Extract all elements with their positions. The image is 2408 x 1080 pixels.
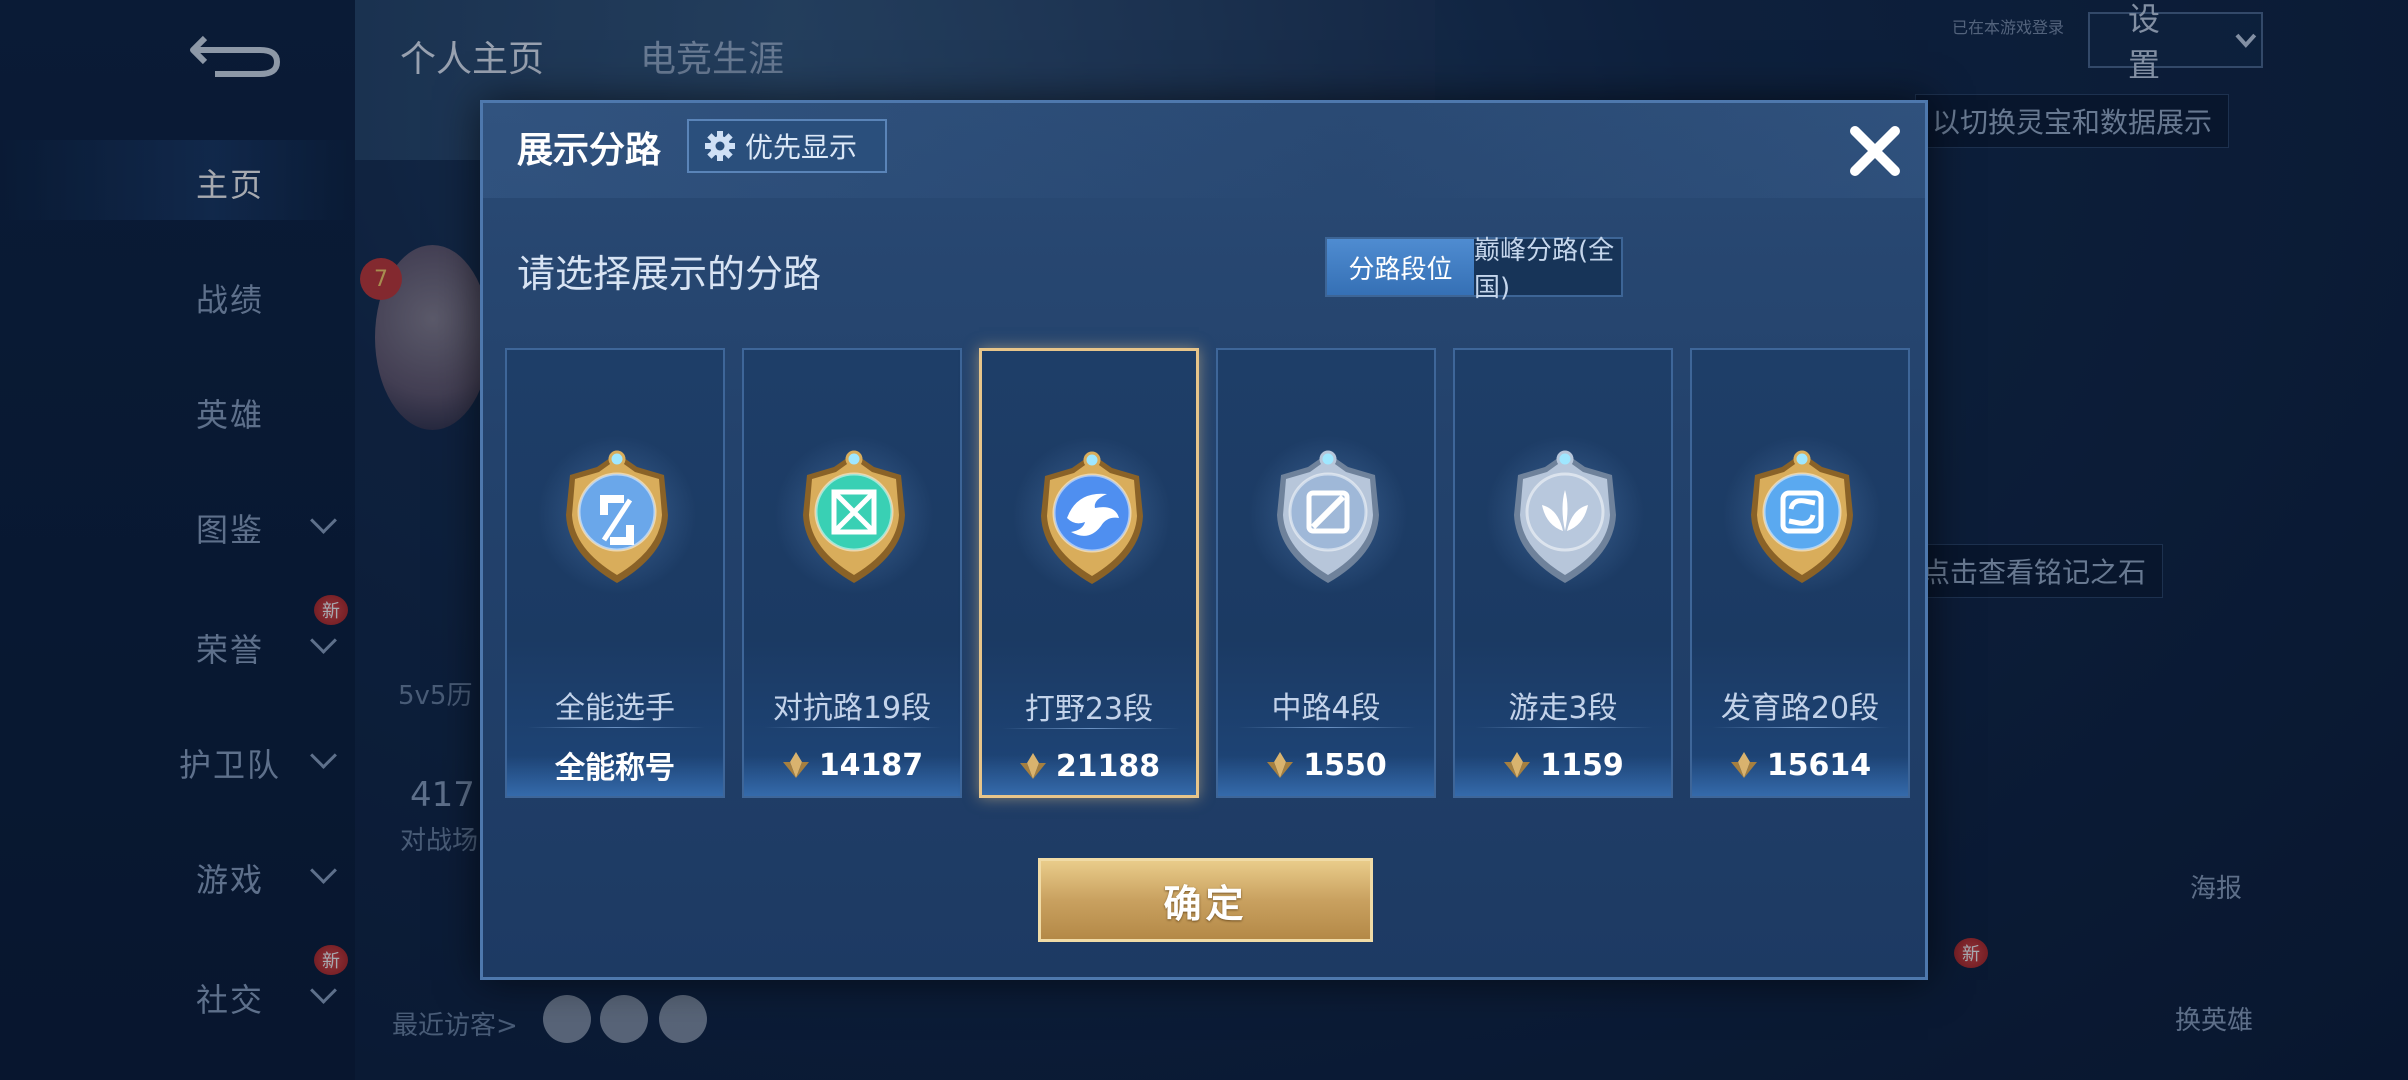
jungle-emblem-icon xyxy=(1041,451,1143,584)
roam-emblem-icon xyxy=(1514,450,1616,583)
lane-score-value: 15614 xyxy=(1766,747,1872,783)
lane-cards: 全能选手 全能称号 对抗路19段 14187 打野23段 21188 中路4段 1550 游走3… xyxy=(505,348,1910,798)
rank-points-icon xyxy=(782,752,809,778)
lane-score: 14187 xyxy=(744,745,960,785)
rank-points-icon xyxy=(1730,752,1757,778)
lane-score-value: 1550 xyxy=(1303,747,1387,783)
card-divider xyxy=(1238,727,1416,728)
lane-score: 21188 xyxy=(982,746,1196,786)
dialog-title: 展示分路 xyxy=(517,130,662,171)
lane-score-value: 21188 xyxy=(1055,748,1161,784)
lane-score-value: 14187 xyxy=(818,747,924,783)
card-divider xyxy=(1002,728,1180,729)
priority-display-button[interactable]: 优先显示 xyxy=(687,119,887,173)
clash-lane-emblem-icon xyxy=(803,450,905,583)
lane-rank-label: 游走3段 xyxy=(1508,691,1618,726)
rank-points-icon xyxy=(1267,752,1294,778)
rank-mode-toggle: 分路段位 巅峰分路(全国) xyxy=(1325,236,1623,303)
tab-lane-rank[interactable]: 分路段位 xyxy=(1327,239,1474,295)
rank-points-icon xyxy=(1504,752,1531,778)
mid-lane-emblem-icon xyxy=(1277,450,1379,583)
card-divider xyxy=(1712,727,1890,728)
lane-card[interactable]: 全能选手 全能称号 xyxy=(505,348,725,798)
lane-rank-label: 全能选手 xyxy=(555,691,675,726)
farm-lane-emblem-icon xyxy=(1751,450,1853,583)
lane-rank-label: 打野23段 xyxy=(1024,692,1154,727)
lane-card[interactable]: 打野23段 21188 xyxy=(979,348,1199,798)
allround-emblem-icon xyxy=(566,450,668,583)
confirm-button[interactable]: 确定 xyxy=(1038,858,1373,942)
close-button[interactable] xyxy=(1841,117,1909,185)
lane-card[interactable]: 游走3段 1159 xyxy=(1453,348,1673,798)
lane-score: 1159 xyxy=(1455,745,1671,785)
rank-points-icon xyxy=(1019,753,1046,779)
lane-card[interactable]: 对抗路19段 14187 xyxy=(742,348,962,798)
lane-card[interactable]: 中路4段 1550 xyxy=(1216,348,1436,798)
close-icon xyxy=(1850,126,1900,176)
lane-card[interactable]: 发育路20段 15614 xyxy=(1690,348,1910,798)
dialog-subtitle: 请选择展示的分路 xyxy=(517,252,822,296)
tab-peak-lane-national[interactable]: 巅峰分路(全国) xyxy=(1474,236,1621,303)
lane-rank-label: 中路4段 xyxy=(1271,691,1381,726)
lane-rank-label: 对抗路19段 xyxy=(772,691,932,726)
card-divider xyxy=(1475,727,1653,728)
lane-score: 全能称号 xyxy=(507,745,723,786)
lane-display-dialog: 展示分路 优先显示 请选择展示的分路 分路段位 巅峰分路(全国) 全能选手全能称… xyxy=(480,100,1928,980)
lane-score-value: 全能称号 xyxy=(555,751,675,786)
card-divider xyxy=(527,727,705,728)
lane-score: 15614 xyxy=(1692,745,1908,785)
lane-rank-label: 发育路20段 xyxy=(1720,691,1880,726)
card-divider xyxy=(764,727,942,728)
lane-score: 1550 xyxy=(1218,745,1434,785)
lane-score-value: 1159 xyxy=(1540,747,1624,783)
gear-icon xyxy=(705,131,735,161)
priority-display-label: 优先显示 xyxy=(745,131,858,164)
